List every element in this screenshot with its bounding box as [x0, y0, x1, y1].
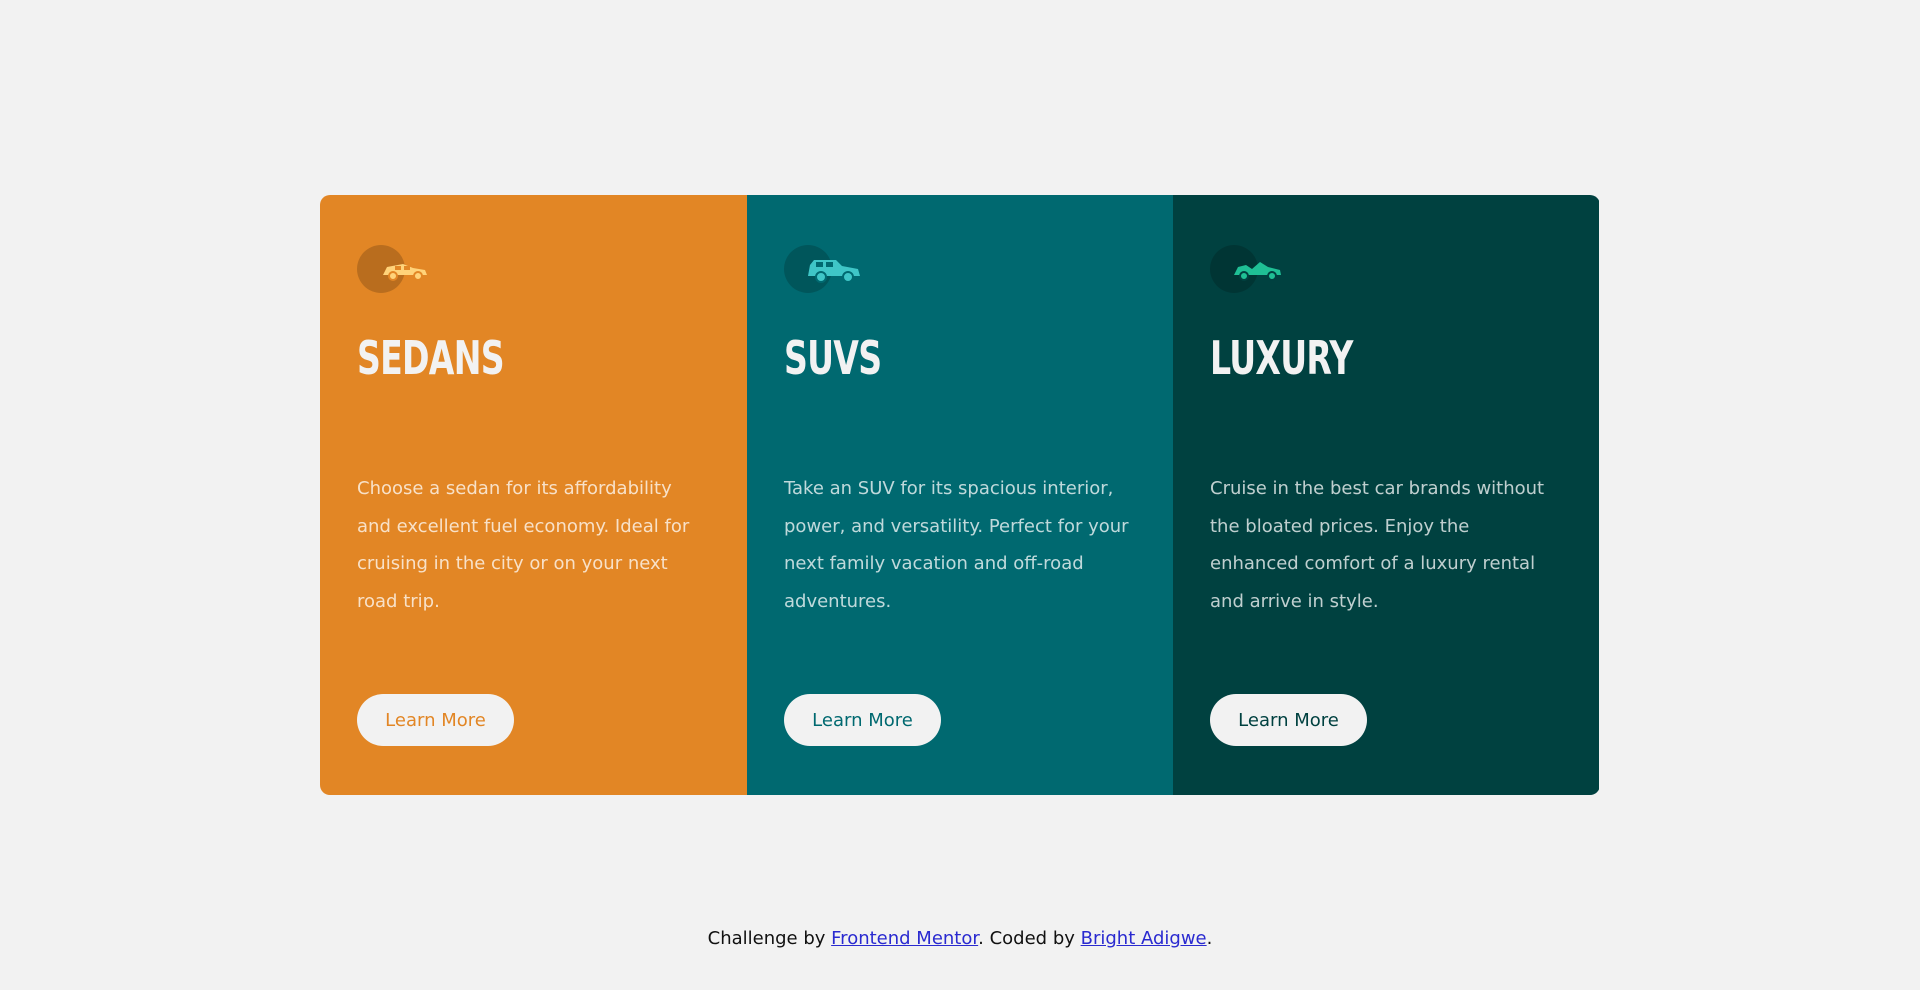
sedan-car-icon — [357, 245, 447, 293]
learn-more-button[interactable]: Learn More — [357, 694, 514, 746]
footer-prefix: Challenge by — [707, 928, 832, 949]
card-title: LUXURY — [1210, 331, 1353, 385]
attribution-footer: Challenge by Frontend Mentor. Coded by B… — [0, 928, 1920, 949]
frontend-mentor-link[interactable]: Frontend Mentor — [831, 928, 978, 949]
footer-middle: . Coded by — [978, 928, 1081, 949]
card-title: SUVS — [784, 331, 882, 385]
author-link[interactable]: Bright Adigwe — [1081, 928, 1207, 949]
footer-suffix: . — [1206, 928, 1213, 949]
learn-more-button[interactable]: Learn More — [784, 694, 941, 746]
card-description: Cruise in the best car brands without th… — [1210, 478, 1545, 612]
card-description: Take an SUV for its spacious interior, p… — [784, 478, 1129, 612]
card-description: Choose a sedan for its affordability and… — [357, 478, 690, 612]
card-title: SEDANS — [357, 331, 505, 385]
card-sedans: SEDANS Choose a sedan for its affordabil… — [320, 195, 747, 795]
luxury-car-icon — [1210, 245, 1300, 293]
card-container: SEDANS Choose a sedan for its affordabil… — [320, 195, 1600, 795]
suv-car-icon — [784, 245, 874, 293]
card-luxury: LUXURY Cruise in the best car brands wit… — [1173, 195, 1599, 795]
card-suvs: SUVS Take an SUV for its spacious interi… — [747, 195, 1173, 795]
learn-more-button[interactable]: Learn More — [1210, 694, 1367, 746]
